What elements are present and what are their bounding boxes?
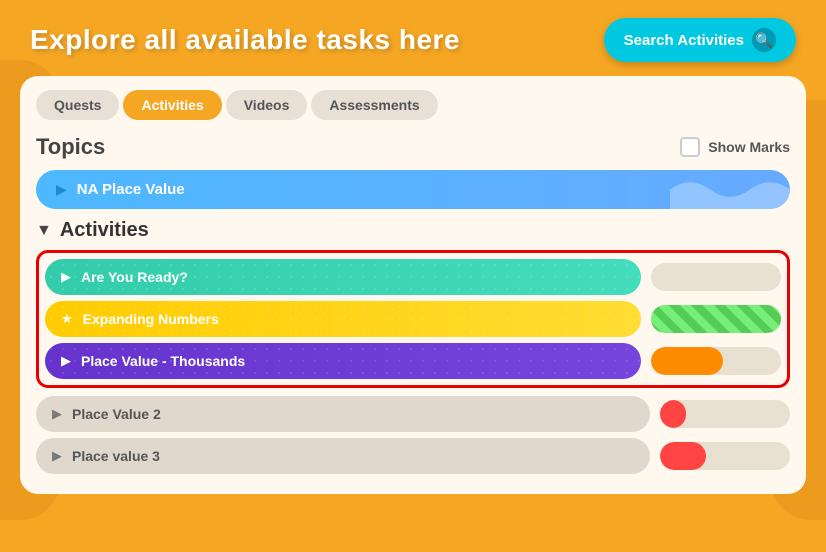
tab-videos[interactable]: Videos xyxy=(226,90,308,120)
search-icon: 🔍 xyxy=(752,28,776,52)
content-panel: Quests Activities Videos Assessments Top… xyxy=(20,76,806,494)
activity-bar-are-you-ready[interactable]: ▶ Are You Ready? xyxy=(45,259,641,295)
progress-fill-expanding-numbers xyxy=(651,305,781,333)
topics-row: Topics Show Marks xyxy=(36,134,790,160)
progress-fill-place-value-3 xyxy=(660,442,706,470)
topic-bar-container: ▶ NA Place Value 7 3 2 xyxy=(36,170,790,209)
progress-bar-expanding-numbers xyxy=(651,305,781,333)
activity-label-place-value-3: Place value 3 xyxy=(72,448,160,464)
show-marks-label: Show Marks xyxy=(708,139,790,155)
activity-row-expanding-numbers: ★ Expanding Numbers xyxy=(45,301,781,337)
activities-section-title: Activities xyxy=(60,219,149,242)
tabs-row: Quests Activities Videos Assessments xyxy=(36,90,790,120)
search-button-label: Search Activities xyxy=(624,32,744,49)
activity-label-expanding-numbers: Expanding Numbers xyxy=(83,311,219,327)
page-title: Explore all available tasks here xyxy=(30,24,460,56)
topic-bar-arrow-icon: ▶ xyxy=(56,181,67,198)
activity-label-are-you-ready: Are You Ready? xyxy=(81,269,188,285)
show-marks-checkbox[interactable] xyxy=(680,137,700,157)
activity-bar-expanding-numbers[interactable]: ★ Expanding Numbers xyxy=(45,301,641,337)
play-icon-place-value-thousands: ▶ xyxy=(61,353,71,369)
activity-row-place-value-thousands: ▶ Place Value - Thousands xyxy=(45,343,781,379)
star-icon-expanding-numbers: ★ xyxy=(61,311,73,327)
header: Explore all available tasks here Search … xyxy=(0,0,826,76)
activity-label-place-value-2: Place Value 2 xyxy=(72,406,161,422)
search-activities-button[interactable]: Search Activities 🔍 xyxy=(604,18,796,62)
activity-row-place-value-2: ▶ Place Value 2 xyxy=(36,396,790,432)
activity-bar-place-value-thousands[interactable]: ▶ Place Value - Thousands xyxy=(45,343,641,379)
play-icon-place-value-2: ▶ xyxy=(52,406,62,422)
activities-section-header: ▼ Activities xyxy=(36,219,790,242)
topic-bar-na-place-value[interactable]: ▶ NA Place Value xyxy=(36,170,790,209)
main-container: Explore all available tasks here Search … xyxy=(0,0,826,552)
progress-fill-place-value-2 xyxy=(660,400,686,428)
highlighted-activities-box: ▶ Are You Ready? ★ Expanding Numbers xyxy=(36,250,790,388)
progress-bar-are-you-ready xyxy=(651,263,781,291)
tab-quests[interactable]: Quests xyxy=(36,90,119,120)
activity-row-place-value-3: ▶ Place value 3 xyxy=(36,438,790,474)
topic-bar-wave-decoration xyxy=(670,170,790,209)
topics-label: Topics xyxy=(36,134,105,160)
progress-bar-place-value-3 xyxy=(660,442,790,470)
activity-bar-place-value-2[interactable]: ▶ Place Value 2 xyxy=(36,396,650,432)
progress-bar-place-value-2 xyxy=(660,400,790,428)
tab-assessments[interactable]: Assessments xyxy=(311,90,437,120)
progress-fill-place-value-thousands xyxy=(651,347,723,375)
activities-section-collapse-icon[interactable]: ▼ xyxy=(36,222,52,240)
topic-bar-label: NA Place Value xyxy=(77,181,185,198)
activity-label-place-value-thousands: Place Value - Thousands xyxy=(81,353,245,369)
activity-bar-place-value-3[interactable]: ▶ Place value 3 xyxy=(36,438,650,474)
tab-activities[interactable]: Activities xyxy=(123,90,221,120)
play-icon-place-value-3: ▶ xyxy=(52,448,62,464)
show-marks-area: Show Marks xyxy=(680,137,790,157)
progress-bar-place-value-thousands xyxy=(651,347,781,375)
play-icon-are-you-ready: ▶ xyxy=(61,269,71,285)
activity-row-are-you-ready: ▶ Are You Ready? xyxy=(45,259,781,295)
